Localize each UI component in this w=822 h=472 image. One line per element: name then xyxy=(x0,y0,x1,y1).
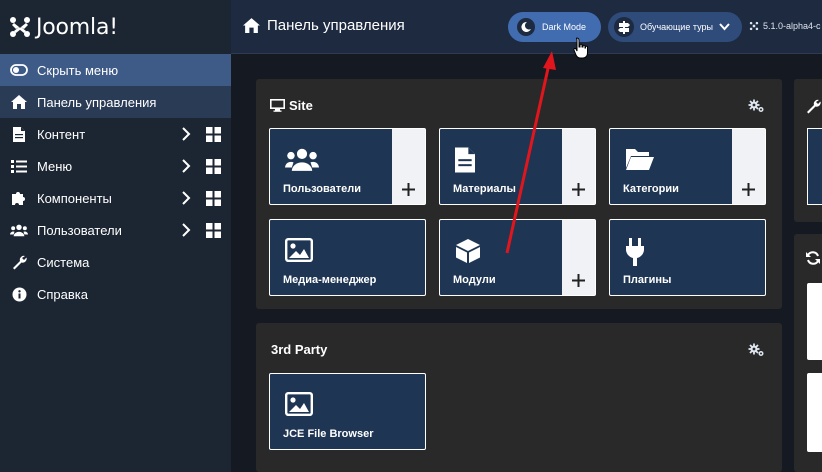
tile-jce-file-browser[interactable]: JCE File Browser xyxy=(269,373,426,450)
brand[interactable]: Joomla! xyxy=(0,0,231,54)
version-text: 5.1.0-alpha4-c xyxy=(763,21,821,31)
card-title-text: 3rd Party xyxy=(271,342,328,357)
cogs-icon[interactable] xyxy=(748,343,765,357)
tile-plugins[interactable]: Плагины xyxy=(609,219,766,296)
brand-name: Joomla! xyxy=(36,14,118,40)
add-module-button[interactable] xyxy=(562,220,595,295)
puzzle-icon xyxy=(10,189,28,207)
tile-label: Модули xyxy=(453,274,496,286)
status-panel-partial xyxy=(807,283,822,360)
plug-icon xyxy=(626,238,644,266)
sidebar-item-label: Система xyxy=(37,254,90,270)
sidebar-toggle-menu[interactable]: Скрыть меню xyxy=(0,54,231,86)
updates-card-partial xyxy=(794,234,822,472)
add-article-button[interactable] xyxy=(562,129,595,204)
plus-icon xyxy=(572,183,585,196)
file-icon xyxy=(455,147,475,173)
sidebar-item-help[interactable]: Справка xyxy=(0,278,231,310)
file-icon xyxy=(10,125,28,143)
moon-icon xyxy=(517,18,535,36)
users-icon xyxy=(285,148,319,171)
tile-modules[interactable]: Модули xyxy=(439,219,596,296)
card-title-text: Site xyxy=(289,98,313,113)
users-icon xyxy=(10,221,28,239)
info-icon xyxy=(10,285,28,303)
sidebar-item-system[interactable]: Система xyxy=(0,246,231,278)
signpost-icon xyxy=(614,17,634,37)
dashboard-grid-icon[interactable] xyxy=(206,159,221,174)
chevron-down-icon xyxy=(719,23,730,31)
cube-icon xyxy=(456,239,480,263)
image-icon xyxy=(285,238,313,262)
sidebar-item-label: Меню xyxy=(37,158,73,174)
system-card-partial xyxy=(794,79,822,222)
cogs-icon[interactable] xyxy=(748,99,765,113)
tile-label: JCE File Browser xyxy=(283,428,374,440)
sidebar-item-label: Пользователи xyxy=(37,222,122,238)
tile-partial[interactable] xyxy=(807,128,822,205)
page-title: Панель управления xyxy=(243,17,405,34)
chevron-right-icon[interactable] xyxy=(180,223,192,237)
wrench-icon xyxy=(10,253,28,271)
wrench-icon xyxy=(807,99,821,114)
sidebar-item-label: Панель управления xyxy=(37,94,157,110)
joomla-logo-icon xyxy=(10,17,30,37)
home-icon xyxy=(243,18,260,33)
joomla-logo-icon xyxy=(749,21,759,31)
tile-articles[interactable]: Материалы xyxy=(439,128,596,205)
image-icon xyxy=(285,392,313,416)
guided-tours-label: Обучающие туры xyxy=(640,22,713,32)
plus-icon xyxy=(572,274,585,287)
sidebar-item-dashboard[interactable]: Панель управления xyxy=(0,86,231,118)
add-category-button[interactable] xyxy=(732,129,765,204)
tile-label: Медиа-менеджер xyxy=(283,274,377,286)
plus-icon xyxy=(742,183,755,196)
dashboard-grid-icon[interactable] xyxy=(206,223,221,238)
card-title: Site xyxy=(270,98,313,113)
refresh-icon[interactable] xyxy=(806,251,820,265)
version-info: 5.1.0-alpha4-c xyxy=(749,21,821,31)
monitor-icon xyxy=(270,99,285,112)
sidebar-item-label: Компоненты xyxy=(37,190,112,206)
dashboard-content: Site Пользователи Материалы Категории Ме… xyxy=(231,55,822,472)
guided-tours-button[interactable]: Обучающие туры xyxy=(608,12,742,42)
site-card: Site Пользователи Материалы Категории Ме… xyxy=(256,79,782,309)
tile-label: Материалы xyxy=(453,183,516,195)
tile-media-manager[interactable]: Медиа-менеджер xyxy=(269,219,426,296)
tile-label: Плагины xyxy=(623,274,672,286)
sidebar-item-components[interactable]: Компоненты xyxy=(0,182,231,214)
sidebar-item-label: Скрыть меню xyxy=(37,62,119,78)
sidebar-item-menus[interactable]: Меню xyxy=(0,150,231,182)
tile-users[interactable]: Пользователи xyxy=(269,128,426,205)
sidebar-item-content[interactable]: Контент xyxy=(0,118,231,150)
sidebar-item-label: Справка xyxy=(37,286,88,302)
page-title-text: Панель управления xyxy=(267,17,405,34)
add-user-button[interactable] xyxy=(392,129,425,204)
tile-label: Категории xyxy=(623,183,679,195)
header: Панель управления Dark Mode Обучающие ту… xyxy=(231,0,822,54)
chevron-right-icon[interactable] xyxy=(180,191,192,205)
hand-cursor-icon xyxy=(573,37,588,59)
plus-icon xyxy=(402,183,415,196)
tile-label: Пользователи xyxy=(283,183,362,195)
chevron-right-icon[interactable] xyxy=(180,159,192,173)
list-icon xyxy=(10,157,28,175)
third-party-card: 3rd Party JCE File Browser xyxy=(256,323,782,472)
dark-mode-label: Dark Mode xyxy=(542,22,587,32)
tile-categories[interactable]: Категории xyxy=(609,128,766,205)
folder-open-icon xyxy=(626,149,654,170)
chevron-right-icon[interactable] xyxy=(180,127,192,141)
card-title: 3rd Party xyxy=(271,342,327,357)
status-panel-partial xyxy=(807,373,822,452)
dashboard-grid-icon[interactable] xyxy=(206,127,221,142)
toggle-icon xyxy=(10,61,28,79)
sidebar: Joomla! Скрыть меню Панель управления Ко… xyxy=(0,0,231,472)
sidebar-item-users[interactable]: Пользователи xyxy=(0,214,231,246)
dashboard-grid-icon[interactable] xyxy=(206,191,221,206)
home-icon xyxy=(10,93,28,111)
sidebar-item-label: Контент xyxy=(37,126,86,142)
